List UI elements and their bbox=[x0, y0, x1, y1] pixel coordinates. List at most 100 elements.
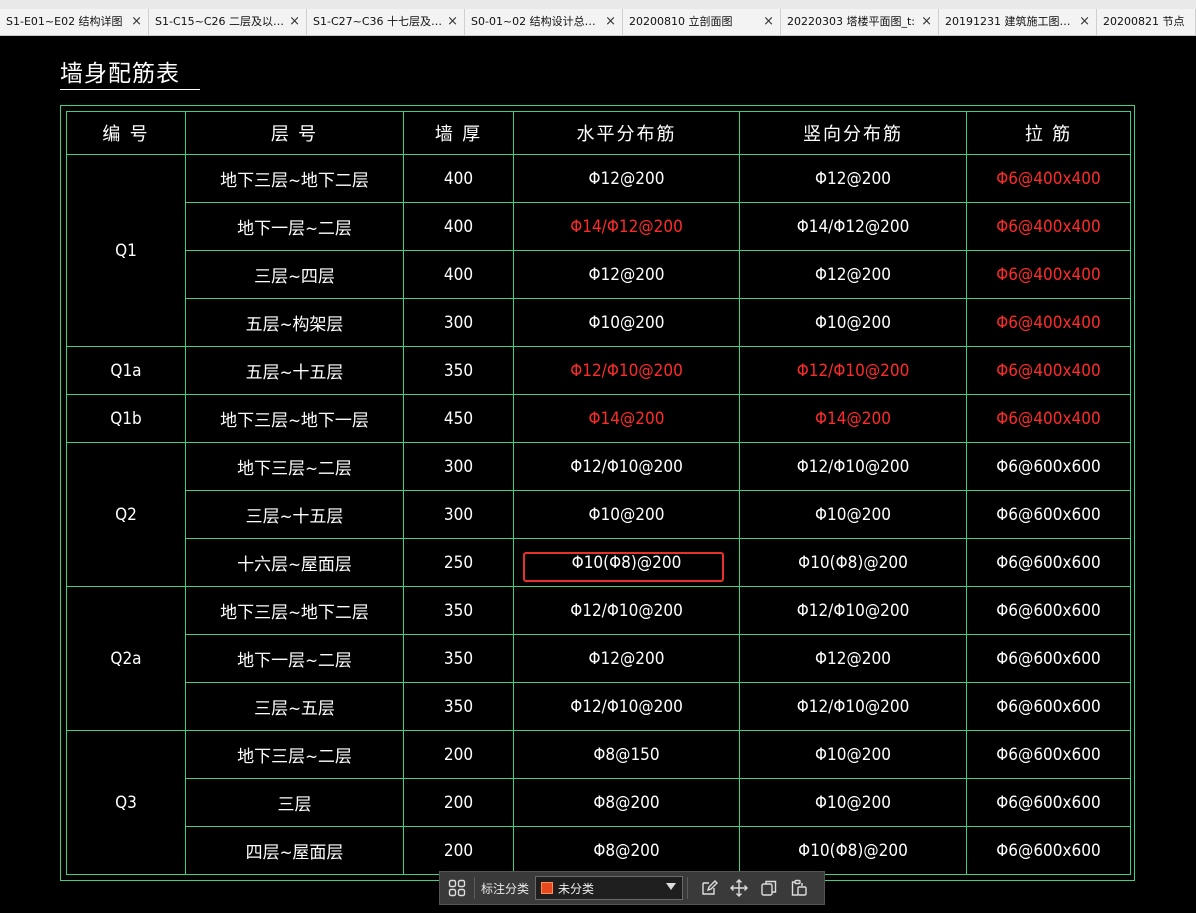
floor-cell: 十六层~屋面层 bbox=[185, 538, 404, 587]
close-icon[interactable]: × bbox=[131, 9, 142, 35]
floor-cell: 地下三层~二层 bbox=[185, 442, 404, 491]
close-icon[interactable]: × bbox=[1079, 9, 1090, 35]
grid-icon[interactable] bbox=[444, 875, 470, 901]
tie-bar-cell: Φ6@600x600 bbox=[966, 682, 1131, 731]
table-row: Q1a 五层~十五层 350 Φ12/Φ10@200 Φ12/Φ10@200 Φ6@400… bbox=[66, 346, 1131, 395]
vertical-rebar-cell: Φ12/Φ10@200 bbox=[739, 442, 967, 491]
vertical-rebar-cell: Φ10@200 bbox=[739, 778, 967, 827]
vertical-rebar-cell: Φ12/Φ10@200 bbox=[739, 682, 967, 731]
tab-label: S1-E01~E02 结构详图 bbox=[6, 15, 123, 28]
close-icon[interactable]: × bbox=[447, 9, 458, 35]
table-row: 四层~屋面层 200 Φ8@200 Φ10(Φ8)@200 Φ6@600x600 bbox=[67, 826, 1131, 875]
thickness-cell: 250 bbox=[403, 538, 514, 587]
thickness-cell: 350 bbox=[403, 634, 514, 683]
header-floor: 层 号 bbox=[185, 111, 404, 155]
vertical-rebar-cell: Φ12@200 bbox=[739, 634, 967, 683]
vertical-rebar-cell: Φ14/Φ12@200 bbox=[739, 202, 967, 251]
document-tab[interactable]: S1-C27~C36 十七层及… × bbox=[307, 9, 465, 35]
category-color-swatch bbox=[541, 882, 554, 894]
floor-cell: 五层~十五层 bbox=[185, 346, 404, 395]
thickness-cell: 300 bbox=[403, 490, 514, 539]
close-icon[interactable]: × bbox=[289, 9, 300, 35]
floor-cell: 地下一层~二层 bbox=[185, 634, 404, 683]
toolbar-divider bbox=[687, 877, 689, 899]
thickness-cell: 450 bbox=[403, 394, 514, 443]
horizontal-rebar-cell: Φ12/Φ10@200 bbox=[513, 346, 740, 395]
vertical-rebar-cell: Φ12/Φ10@200 bbox=[739, 586, 967, 635]
tie-bar-cell: Φ6@600x600 bbox=[966, 490, 1131, 539]
horizontal-rebar-cell: Φ12/Φ10@200 bbox=[513, 442, 740, 491]
floor-cell: 地下三层~地下二层 bbox=[185, 586, 404, 635]
table-row: Q2 地下三层~二层 300 Φ12/Φ10@200 Φ12/Φ10@200 Φ6@600… bbox=[66, 442, 1131, 587]
table-row: Q1b 地下三层~地下一层 450 Φ14@200 Φ14@200 Φ6@400x400 bbox=[66, 394, 1131, 443]
vertical-rebar-cell: Φ10(Φ8)@200 bbox=[739, 826, 967, 875]
header-vertical-rebar: 竖向分布筋 bbox=[739, 111, 967, 155]
annotation-toolbar: 标注分类 未分类 bbox=[439, 871, 825, 905]
close-icon[interactable]: × bbox=[763, 9, 774, 35]
tie-bar-cell: Φ6@400x400 bbox=[966, 346, 1131, 395]
floor-cell: 三层~十五层 bbox=[185, 490, 404, 539]
wall-id-cell: Q2 bbox=[66, 442, 186, 587]
table-row: 三层~四层 400 Φ12@200 Φ12@200 Φ6@400x400 bbox=[67, 250, 1131, 299]
tie-bar-cell: Φ6@400x400 bbox=[966, 298, 1131, 347]
table-row: 五层~构架层 300 Φ10@200 Φ10@200 Φ6@400x400 bbox=[67, 298, 1131, 347]
tie-bar-cell: Φ6@400x400 bbox=[966, 202, 1131, 251]
header-id: 编 号 bbox=[66, 111, 186, 155]
table-row: 三层~十五层 300 Φ10@200 Φ10@200 Φ6@600x600 bbox=[67, 490, 1131, 539]
document-tab[interactable]: S0-01~02 结构设计总… × bbox=[465, 9, 623, 35]
edit-icon[interactable] bbox=[696, 875, 722, 901]
category-select-value: 未分类 bbox=[558, 881, 595, 896]
document-tab[interactable]: 20200810 立剖面图 × bbox=[623, 9, 781, 35]
vertical-rebar-cell: Φ10(Φ8)@200 bbox=[739, 538, 967, 587]
tie-bar-cell: Φ6@400x400 bbox=[966, 394, 1131, 443]
tab-label: 20220303 塔楼平面图_t: bbox=[787, 15, 916, 28]
tie-bar-cell: Φ6@600x600 bbox=[966, 442, 1131, 491]
thickness-cell: 200 bbox=[403, 826, 514, 875]
close-icon[interactable]: × bbox=[605, 9, 616, 35]
floor-cell: 三层~四层 bbox=[185, 250, 404, 299]
category-select[interactable]: 未分类 bbox=[535, 876, 684, 900]
document-tab[interactable]: S1-E01~E02 结构详图 × bbox=[0, 9, 149, 35]
wall-id-cell: Q1a bbox=[66, 346, 186, 395]
document-tab[interactable]: 20191231 建筑施工图… × bbox=[939, 9, 1097, 35]
tab-label: S1-C27~C36 十七层及… bbox=[313, 15, 443, 28]
tab-label: S1-C15~C26 二层及以… bbox=[155, 15, 285, 28]
thickness-cell: 350 bbox=[403, 586, 514, 635]
wall-id-cell: Q1b bbox=[66, 394, 186, 443]
move-icon[interactable] bbox=[726, 875, 752, 901]
tie-bar-cell: Φ6@400x400 bbox=[966, 154, 1131, 203]
wall-rebar-table: 编 号 层 号 墙 厚 水平分布筋 竖向分布筋 拉 筋 Q1 地下三层~地下二层 4… bbox=[66, 111, 1131, 875]
wall-id-cell: Q3 bbox=[66, 730, 186, 875]
thickness-cell: 400 bbox=[403, 202, 514, 251]
close-icon[interactable]: × bbox=[921, 9, 932, 35]
table-row: Q1 地下三层~地下二层 400 Φ12@200 Φ12@200 Φ6@400x400 bbox=[66, 154, 1131, 347]
document-tab[interactable]: 20220303 塔楼平面图_t: × bbox=[781, 9, 939, 35]
floor-cell: 四层~屋面层 bbox=[185, 826, 404, 875]
floor-cell: 地下三层~地下一层 bbox=[185, 394, 404, 443]
horizontal-rebar-cell: Φ8@150 bbox=[513, 730, 740, 779]
floor-cell: 三层 bbox=[185, 778, 404, 827]
document-tab[interactable]: 20200821 节点 bbox=[1097, 9, 1196, 35]
tab-label: S0-01~02 结构设计总… bbox=[471, 15, 596, 28]
thickness-cell: 300 bbox=[403, 298, 514, 347]
tie-bar-cell: Φ6@600x600 bbox=[966, 730, 1131, 779]
horizontal-rebar-cell: Φ8@200 bbox=[513, 778, 740, 827]
tie-bar-cell: Φ6@600x600 bbox=[966, 586, 1131, 635]
copy-icon[interactable] bbox=[756, 875, 782, 901]
table-row: 地下一层~二层 350 Φ12@200 Φ12@200 Φ6@600x600 bbox=[67, 634, 1131, 683]
horizontal-rebar-cell: Φ14@200 bbox=[513, 394, 740, 443]
tab-label: 20200810 立剖面图 bbox=[629, 15, 733, 28]
header-thickness: 墙 厚 bbox=[403, 111, 514, 155]
tab-label: 20200821 节点 bbox=[1103, 15, 1185, 28]
table-row: 三层~五层 350 Φ12/Φ10@200 Φ12/Φ10@200 Φ6@600x600 bbox=[67, 682, 1131, 731]
vertical-rebar-cell: Φ10@200 bbox=[739, 298, 967, 347]
floor-cell: 五层~构架层 bbox=[185, 298, 404, 347]
wall-id-cell: Q2a bbox=[66, 586, 186, 731]
highlight-annotation-box[interactable] bbox=[523, 552, 724, 582]
horizontal-rebar-cell: Φ8@200 bbox=[513, 826, 740, 875]
horizontal-rebar-cell: Φ12@200 bbox=[513, 250, 740, 299]
paste-icon[interactable] bbox=[786, 875, 812, 901]
table-row: Q2a 地下三层~地下二层 350 Φ12/Φ10@200 Φ12/Φ10@200 Φ6@… bbox=[66, 586, 1131, 731]
thickness-cell: 400 bbox=[403, 154, 514, 203]
document-tab[interactable]: S1-C15~C26 二层及以… × bbox=[149, 9, 307, 35]
